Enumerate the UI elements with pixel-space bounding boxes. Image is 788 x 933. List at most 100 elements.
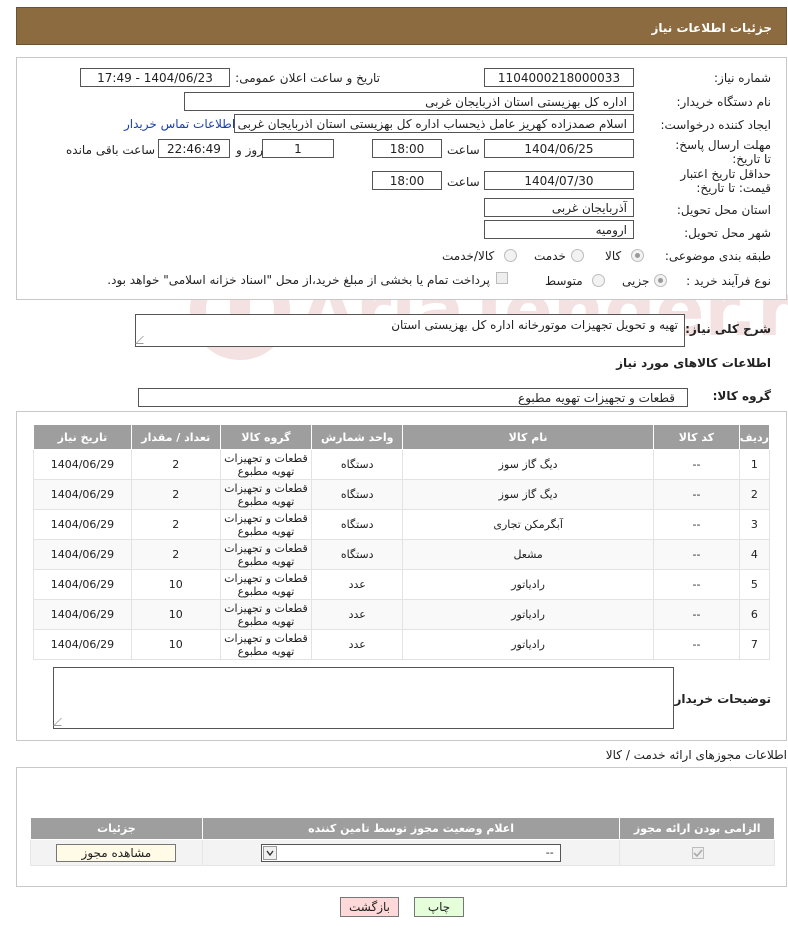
cell-unit: دستگاه — [311, 449, 404, 480]
category-radio-service[interactable] — [571, 249, 584, 262]
province-label: استان محل تحویل: — [676, 203, 771, 217]
cell-unit: عدد — [311, 629, 404, 660]
city-field: ارومیه — [484, 220, 634, 239]
cell-code: -- — [653, 509, 740, 540]
col-row: ردیف — [738, 424, 771, 450]
process-option-minor: جزیی — [622, 274, 650, 288]
cell-code: -- — [653, 569, 740, 600]
cell-name: رادیاتور — [402, 569, 655, 600]
license-details-cell: مشاهده مجوز — [30, 839, 203, 866]
page-header: جزئیات اطلاعات نیاز — [16, 7, 787, 45]
chevron-down-icon[interactable] — [262, 845, 277, 860]
remaining-time-field: 22:46:49 — [158, 139, 230, 158]
table-row: 6 -- رادیاتور عدد قطعات و تجهیزات تهویه … — [33, 599, 771, 630]
check-icon — [693, 849, 703, 858]
cell-unit: عدد — [311, 599, 404, 630]
cell-code: -- — [653, 599, 740, 630]
buyer-label: نام دستگاه خریدار: — [676, 95, 772, 109]
description-label: شرح کلی نیاز: — [685, 322, 771, 336]
license-status-select[interactable]: -- — [260, 843, 561, 862]
process-radio-medium[interactable] — [592, 274, 605, 287]
cell-row: 4 — [738, 539, 771, 570]
goods-group-field: قطعات و تجهیزات تهویه مطبوع — [138, 388, 688, 407]
treasury-note: پرداخت تمام یا بخشی از مبلغ خرید،از محل … — [107, 273, 490, 287]
cell-name: رادیاتور — [402, 599, 655, 630]
cell-code: -- — [653, 539, 740, 570]
goods-group-label: گروه کالا: — [712, 389, 771, 403]
need-number-label: شماره نیاز: — [714, 71, 771, 85]
buyer-contact-link[interactable]: اطلاعات تماس خریدار — [124, 117, 235, 131]
deadline-days-field: 1 — [262, 139, 334, 158]
buyer-notes-textarea[interactable] — [53, 667, 674, 729]
col-unit: واحد شمارش — [311, 424, 404, 450]
cell-unit: دستگاه — [311, 539, 404, 570]
licenses-table: الزامی بودن ارائه مجوز اعلام وضعیت مجوز … — [30, 817, 775, 866]
remaining-time-label: ساعت باقی مانده — [66, 143, 156, 157]
cell-row: 5 — [738, 569, 771, 600]
goods-section-title: اطلاعات کالاهای مورد نیاز — [616, 356, 771, 370]
category-option-service: خدمت — [534, 249, 566, 263]
cell-row: 6 — [738, 599, 771, 630]
print-button[interactable]: چاپ — [414, 897, 464, 917]
view-license-button[interactable]: مشاهده مجوز — [56, 843, 177, 862]
resize-handle-icon[interactable] — [53, 718, 69, 726]
license-status-value: -- — [545, 845, 554, 859]
back-button[interactable]: بازگشت — [340, 897, 399, 917]
deadline-days-label: روز و — [236, 143, 263, 157]
resize-handle-icon[interactable] — [135, 336, 151, 344]
process-label: نوع فرآیند خرید : — [686, 274, 771, 288]
licenses-section-title: اطلاعات مجوزهای ارائه خدمت / کالا — [605, 748, 787, 762]
table-row: 1 -- دیگ گاز سوز دستگاه قطعات و تجهیزات … — [33, 449, 771, 480]
col-license-status: اعلام وضعیت مجوز توسط تامین کننده — [201, 817, 621, 840]
table-row: 2 -- دیگ گاز سوز دستگاه قطعات و تجهیزات … — [33, 479, 771, 510]
cell-group: قطعات و تجهیزات تهویه مطبوع — [219, 569, 313, 600]
cell-date: 1404/06/29 — [33, 539, 132, 570]
cell-name: مشعل — [402, 539, 655, 570]
creator-field: اسلام صمدزاده کهریز عامل ذیحساب اداره کل… — [234, 114, 634, 133]
cell-qty: 10 — [130, 629, 221, 660]
cell-qty: 10 — [130, 569, 221, 600]
category-radio-goods[interactable] — [631, 249, 644, 262]
licenses-table-header: الزامی بودن ارائه مجوز اعلام وضعیت مجوز … — [30, 817, 775, 840]
cell-unit: دستگاه — [311, 509, 404, 540]
page-title: جزئیات اطلاعات نیاز — [651, 21, 772, 35]
cell-code: -- — [653, 449, 740, 480]
category-radio-both[interactable] — [504, 249, 517, 262]
cell-name: دیگ گاز سوز — [402, 479, 655, 510]
cell-qty: 10 — [130, 599, 221, 630]
cell-row: 7 — [738, 629, 771, 660]
cell-qty: 2 — [130, 509, 221, 540]
cell-date: 1404/06/29 — [33, 509, 132, 540]
description-text: تهیه و تحویل تجهیزات موتورخانه اداره کل … — [391, 318, 678, 332]
cell-group: قطعات و تجهیزات تهویه مطبوع — [219, 599, 313, 630]
table-row: 4 -- مشعل دستگاه قطعات و تجهیزات تهویه م… — [33, 539, 771, 570]
deadline-date-field: 1404/06/25 — [484, 139, 634, 158]
process-radio-minor[interactable] — [654, 274, 667, 287]
col-group: گروه کالا — [219, 424, 313, 450]
cell-code: -- — [653, 629, 740, 660]
cell-date: 1404/06/29 — [33, 449, 132, 480]
license-required-checkbox[interactable] — [692, 847, 704, 859]
col-license-details: جزئیات — [30, 817, 203, 840]
city-label: شهر محل تحویل: — [684, 226, 771, 240]
table-row: 7 -- رادیاتور عدد قطعات و تجهیزات تهویه … — [33, 629, 771, 660]
validity-time-field: 18:00 — [372, 171, 442, 190]
goods-table-header: ردیف کد کالا نام کالا واحد شمارش گروه کا… — [33, 424, 771, 450]
col-name: نام کالا — [402, 424, 655, 450]
goods-table: ردیف کد کالا نام کالا واحد شمارش گروه کا… — [33, 424, 771, 660]
cell-date: 1404/06/29 — [33, 569, 132, 600]
cell-row: 2 — [738, 479, 771, 510]
cell-qty: 2 — [130, 449, 221, 480]
license-row: -- مشاهده مجوز — [30, 839, 775, 866]
province-field: آذربایجان غربی — [484, 198, 634, 217]
cell-name: آبگرمکن تجاری — [402, 509, 655, 540]
cell-date: 1404/06/29 — [33, 629, 132, 660]
need-number-field: 1104000218000033 — [484, 68, 634, 87]
deadline-label: مهلت ارسال پاسخ: تا تاریخ: — [675, 138, 771, 166]
table-row: 3 -- آبگرمکن تجاری دستگاه قطعات و تجهیزا… — [33, 509, 771, 540]
treasury-checkbox[interactable] — [496, 272, 508, 284]
description-textarea[interactable]: تهیه و تحویل تجهیزات موتورخانه اداره کل … — [135, 314, 685, 347]
announce-label: تاریخ و ساعت اعلان عمومی: — [235, 71, 380, 85]
cell-row: 3 — [738, 509, 771, 540]
cell-group: قطعات و تجهیزات تهویه مطبوع — [219, 479, 313, 510]
